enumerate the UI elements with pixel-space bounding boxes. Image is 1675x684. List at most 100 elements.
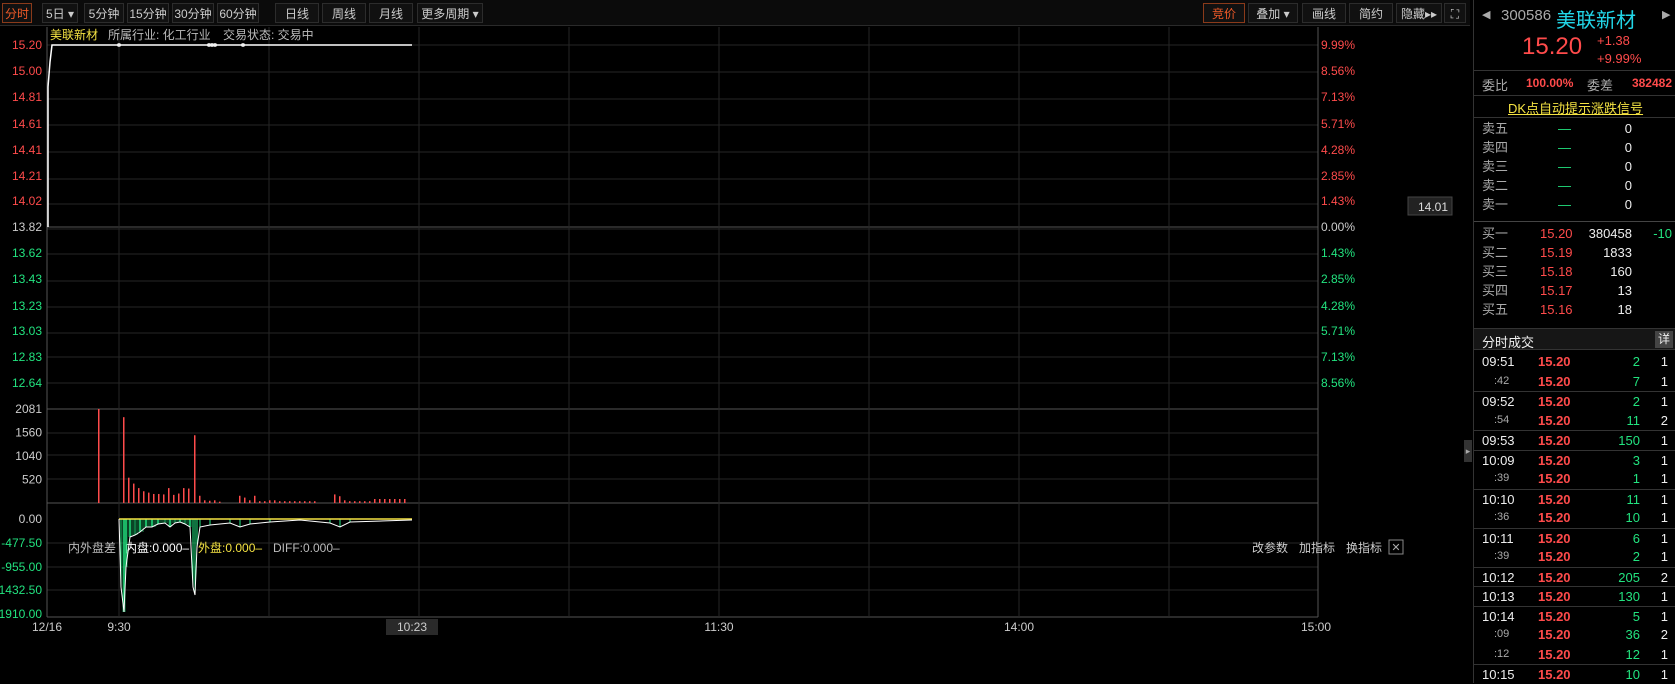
inner-curve xyxy=(118,518,413,613)
prev-stock-icon[interactable]: ◀ xyxy=(1482,8,1490,21)
tick-time: :12 xyxy=(1494,647,1510,660)
hide-button[interactable]: 隐藏▸▸ xyxy=(1396,3,1442,23)
tab-weekly[interactable]: 周线 xyxy=(322,3,366,23)
volume-bar xyxy=(254,495,256,503)
tick-count: 2 xyxy=(1660,569,1668,585)
tab-15min[interactable]: 15分钟 xyxy=(127,3,169,23)
buy-row: 买二 15.19 1833 xyxy=(1474,243,1675,262)
volume-bar xyxy=(204,500,206,503)
tick-time: :39 xyxy=(1494,550,1510,562)
stock-name-label: 美联新材 xyxy=(50,27,98,42)
overlay-label: 叠加 xyxy=(1256,7,1281,21)
volume-bar xyxy=(244,497,246,503)
chart-grid xyxy=(46,27,1319,618)
sell-volume: 0 xyxy=(1624,140,1632,155)
tab-daily[interactable]: 日线 xyxy=(275,3,319,23)
tick-price: 15.20 xyxy=(1538,667,1571,682)
pct-tick-label: 9.99% xyxy=(1321,38,1355,52)
diff-value: 382482 xyxy=(1631,76,1672,90)
volume-bar xyxy=(299,501,301,503)
tab-5day[interactable]: 5日 ▾ xyxy=(42,3,78,23)
volume-bar xyxy=(188,488,190,503)
simple-button[interactable]: 简约 xyxy=(1349,3,1393,23)
tick-price: 15.20 xyxy=(1538,646,1571,662)
draw-line-button[interactable]: 画线 xyxy=(1302,3,1346,23)
tick-volume: 2 xyxy=(1632,354,1640,369)
tab-60min[interactable]: 60分钟 xyxy=(217,3,259,23)
tab-more-periods[interactable]: 更多周期 ▾ xyxy=(417,3,483,23)
tick-volume: 7 xyxy=(1632,373,1640,389)
tab-5min[interactable]: 5分钟 xyxy=(84,3,124,23)
next-stock-icon[interactable]: ▶ xyxy=(1662,8,1670,21)
tick-row: 09:53 15.20 150 1 xyxy=(1474,430,1675,449)
volume-bar xyxy=(334,494,336,503)
tick-count: 1 xyxy=(1660,646,1668,662)
price-tick-label: 13.43 xyxy=(12,272,42,286)
switch-indicator-button[interactable]: 换指标 xyxy=(1346,540,1382,555)
volume-bar xyxy=(173,494,175,503)
tick-row: 10:14 15.20 5 1 xyxy=(1474,605,1675,625)
tick-row: 10:12 15.20 205 2 xyxy=(1474,566,1675,586)
indicator-name: 内外盘差 xyxy=(68,540,116,555)
fullscreen-icon[interactable]: ⛶ xyxy=(1444,3,1466,23)
buy-label: 买五 xyxy=(1482,302,1509,317)
tick-row: 09:51 15.20 2 1 xyxy=(1474,352,1675,371)
sell-row: 卖五 — 0 xyxy=(1474,119,1675,138)
price-tick-label: 13.62 xyxy=(12,246,42,260)
pct-tick-label: 2.85% xyxy=(1321,272,1355,286)
pct-tick-label: 7.13% xyxy=(1321,90,1355,104)
volume-bar xyxy=(294,501,296,503)
tab-30min[interactable]: 30分钟 xyxy=(172,3,214,23)
volume-bar xyxy=(284,501,286,503)
volume-bar xyxy=(274,500,276,503)
price-tick-label: 14.21 xyxy=(12,169,42,183)
tab-monthly[interactable]: 月线 xyxy=(369,3,413,23)
volume-bar xyxy=(153,493,155,503)
volume-bar xyxy=(133,483,135,503)
date-label: 12/16 xyxy=(32,620,62,634)
sell-price: — xyxy=(1558,197,1571,212)
volume-bar xyxy=(399,499,401,503)
volume-bar xyxy=(349,501,351,503)
price-axis-left: 15.20 15.00 14.81 14.61 14.41 14.21 14.02 13.82… xyxy=(12,38,42,390)
tick-price: 15.20 xyxy=(1538,433,1571,448)
collapse-panel-handle[interactable]: ▸ xyxy=(1464,440,1472,462)
buy-price: 15.18 xyxy=(1540,264,1573,279)
pct-tick-label: 5.71% xyxy=(1321,324,1355,338)
price-change: +1.38 xyxy=(1597,33,1630,48)
tab-more-label: 更多周期 xyxy=(421,7,470,21)
tick-volume: 2 xyxy=(1632,549,1640,564)
price-tick-label: 12.64 xyxy=(12,376,42,390)
volume-bar xyxy=(389,499,391,503)
price-tick-label: 13.82 xyxy=(12,220,42,234)
edit-params-button[interactable]: 改参数 xyxy=(1252,540,1288,555)
dk-signal-link[interactable]: DK点自动提示涨跌信号 xyxy=(1508,98,1643,117)
tick-row: :54 15.20 11 2 xyxy=(1474,411,1675,430)
volume-bar xyxy=(379,499,381,503)
indicator-tick-label: 0.00 xyxy=(19,512,43,526)
ticks-detail-button[interactable]: 详 xyxy=(1655,331,1673,348)
chevron-down-icon: ▾ xyxy=(68,7,75,21)
tick-volume: 3 xyxy=(1632,452,1640,468)
tick-price: 15.20 xyxy=(1538,394,1571,409)
volume-bar xyxy=(239,495,241,503)
tick-count: 1 xyxy=(1660,433,1668,448)
last-price: 15.20 xyxy=(1522,33,1583,60)
sell-volume: 0 xyxy=(1624,159,1632,174)
buy-label: 买二 xyxy=(1482,245,1509,260)
indicator-tick-label: -477.50 xyxy=(1,536,42,550)
buy-volume: 1833 xyxy=(1603,245,1632,260)
tab-fenshi[interactable]: 分时 xyxy=(2,3,32,23)
buy-price: 15.16 xyxy=(1540,302,1573,317)
volume-bar xyxy=(289,501,291,503)
close-x-glyph: ✕ xyxy=(1391,542,1400,554)
sell-price: — xyxy=(1558,140,1571,155)
add-indicator-button[interactable]: 加指标 xyxy=(1299,540,1335,555)
divider xyxy=(1474,70,1675,71)
buy-row: 买三 15.18 160 xyxy=(1474,262,1675,281)
volume-bar xyxy=(304,501,306,503)
overlay-button[interactable]: 叠加 ▾ xyxy=(1248,3,1298,23)
auction-button[interactable]: 竞价 xyxy=(1203,3,1245,23)
toolbar: 分时 5日 ▾ 5分钟 15分钟 30分钟 60分钟 日线 周线 月线 更多周期… xyxy=(0,0,1470,26)
outer-value: 外盘:0.000– xyxy=(198,540,262,555)
